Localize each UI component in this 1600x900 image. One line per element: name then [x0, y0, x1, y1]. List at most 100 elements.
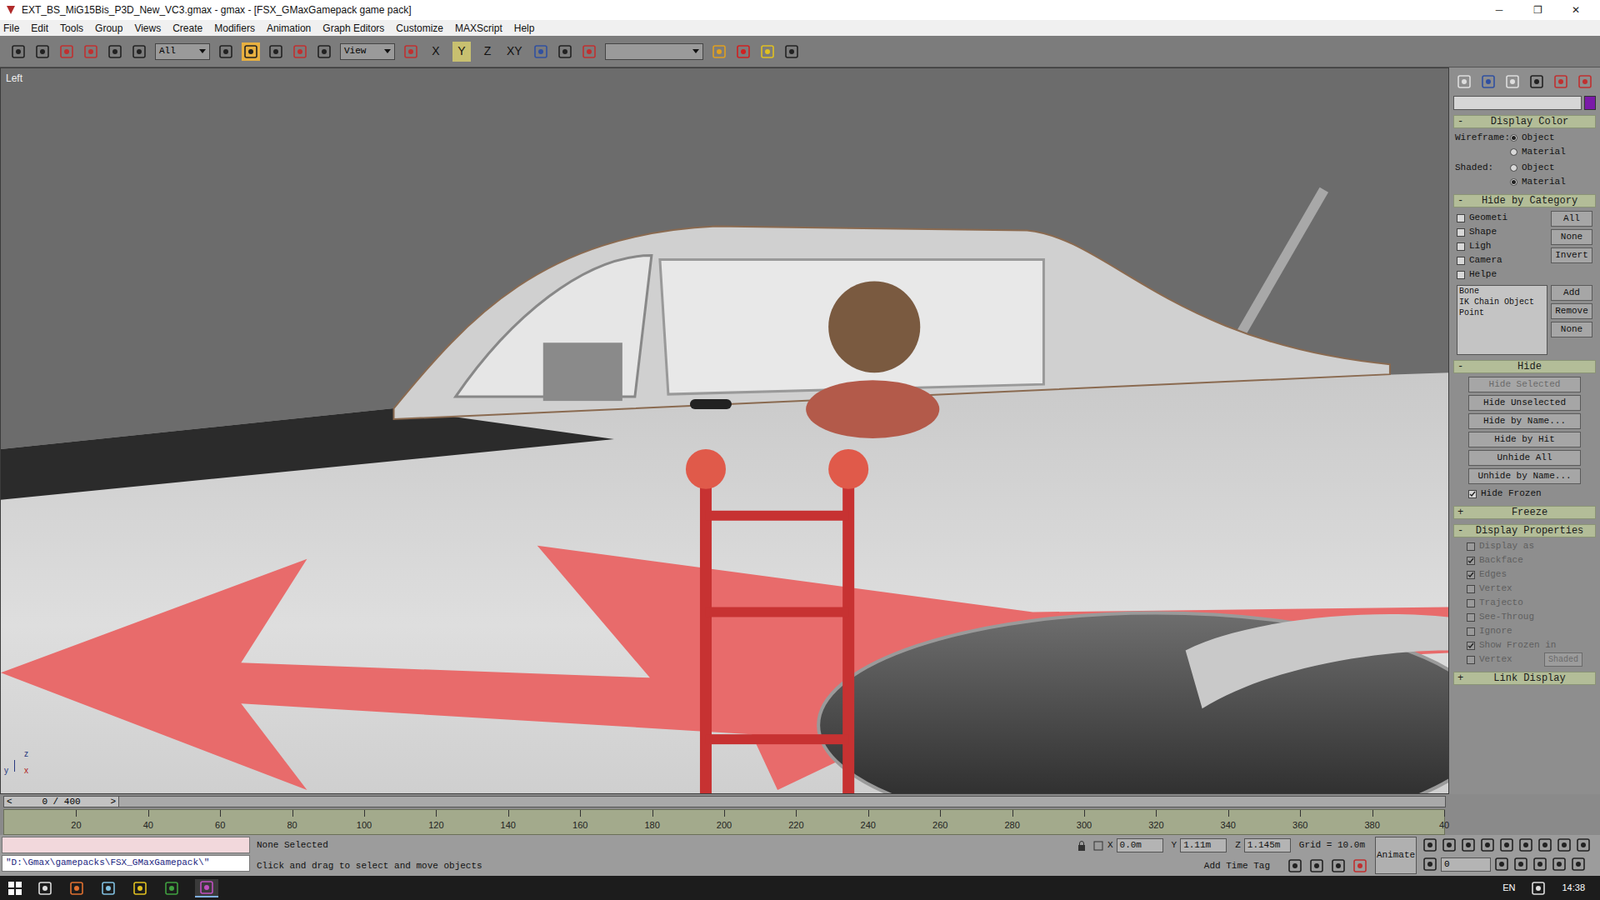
axis-constraint[interactable]: Z: [478, 41, 497, 62]
rollout-header[interactable]: +Link Display: [1453, 671, 1596, 685]
add-time-tag[interactable]: Add Time Tag: [1204, 859, 1270, 874]
checkbox[interactable]: [1456, 228, 1465, 237]
panel-button[interactable]: None: [1550, 321, 1593, 338]
checkbox-row[interactable]: Helpe: [1456, 267, 1508, 282]
zoom-extents-icon[interactable]: [1555, 836, 1573, 854]
key-icon[interactable]: [1421, 855, 1439, 873]
snap-icon[interactable]: [580, 43, 598, 60]
select-objects-icon[interactable]: [710, 43, 728, 60]
redo-icon[interactable]: [34, 43, 51, 60]
list-item[interactable]: Bone: [1459, 285, 1545, 297]
panel-button[interactable]: Hide by Name...: [1468, 413, 1581, 430]
panel-button[interactable]: Remove: [1550, 303, 1593, 320]
checkbox[interactable]: [1468, 490, 1477, 499]
frame-field[interactable]: 0: [1440, 857, 1491, 872]
list-item[interactable]: Point: [1459, 307, 1545, 319]
move-tool[interactable]: [241, 42, 260, 61]
checkbox-row[interactable]: Geometi: [1456, 210, 1508, 225]
category-list[interactable]: BoneIK Chain ObjectPoint: [1456, 285, 1548, 355]
time-slider[interactable]: <0 / 400>: [3, 795, 1446, 808]
unlink-icon[interactable]: [82, 43, 100, 60]
list-item[interactable]: IK Chain Object: [1459, 296, 1545, 308]
language-indicator[interactable]: EN: [1502, 880, 1515, 895]
clock[interactable]: 14:38: [1561, 880, 1585, 895]
selection-filter-dropdown[interactable]: All: [155, 43, 210, 60]
gmax-taskbar-item[interactable]: [195, 879, 219, 898]
window-control[interactable]: ─: [1480, 2, 1519, 18]
file-explorer-icon[interactable]: [36, 880, 54, 897]
coord-field[interactable]: 1.11m: [1180, 838, 1227, 853]
key-mode-icon[interactable]: [1286, 857, 1304, 875]
menu-item[interactable]: Animation: [266, 20, 311, 36]
snap-toggle-icon[interactable]: [1308, 857, 1325, 875]
motion-icon[interactable]: [1528, 73, 1545, 90]
utilities-icon[interactable]: [1576, 73, 1594, 90]
menu-item[interactable]: Customize: [395, 20, 444, 36]
region-select-icon[interactable]: [130, 43, 148, 60]
move-icon[interactable]: [242, 43, 260, 60]
panel-button[interactable]: Unhide by Name...: [1468, 468, 1581, 485]
viewport[interactable]: Leftzyx: [0, 67, 1450, 795]
panel-button[interactable]: All: [1550, 210, 1593, 227]
menu-item[interactable]: Create: [172, 20, 203, 36]
menu-item[interactable]: Views: [134, 20, 161, 36]
chrome-icon[interactable]: [131, 880, 149, 897]
rollout-header[interactable]: -Display Properties: [1453, 524, 1596, 538]
media-icon[interactable]: [68, 880, 85, 897]
time-config-icon[interactable]: [1493, 855, 1510, 873]
rollout-header[interactable]: -Hide: [1453, 360, 1596, 374]
pan-icon[interactable]: [1531, 855, 1549, 873]
rollout-header[interactable]: +Freeze: [1453, 505, 1596, 520]
menu-item[interactable]: Tools: [60, 20, 84, 36]
coord-field[interactable]: 0.0m: [1116, 838, 1164, 853]
checkbox[interactable]: [1456, 214, 1465, 223]
checkbox[interactable]: [1456, 256, 1465, 265]
coord-field[interactable]: 1.145m: [1244, 838, 1291, 853]
scale-icon[interactable]: [291, 43, 309, 60]
pivot-icon[interactable]: [402, 43, 420, 60]
panel-button[interactable]: Hide Unselected: [1468, 395, 1581, 411]
prev-frame-icon[interactable]: [1440, 836, 1458, 854]
modify-icon[interactable]: [1480, 73, 1497, 90]
gmax-icon[interactable]: [198, 879, 215, 896]
arc-rotate-icon[interactable]: [1550, 855, 1568, 873]
go-start-icon[interactable]: [1421, 836, 1439, 854]
window-control[interactable]: ✕: [1556, 2, 1595, 18]
axis-constraint[interactable]: X: [426, 41, 445, 62]
axis-constraint[interactable]: Y: [452, 41, 471, 62]
axis-constraint[interactable]: XY: [504, 41, 525, 62]
checkbox[interactable]: [1456, 242, 1465, 251]
checkbox-row[interactable]: Hide Frozen: [1468, 486, 1581, 501]
rotate-icon[interactable]: [267, 43, 285, 60]
maximize-icon[interactable]: [1570, 855, 1587, 873]
color-swatch[interactable]: [1584, 95, 1596, 110]
animate-button[interactable]: Animate: [1375, 836, 1417, 875]
name-field[interactable]: [1453, 95, 1582, 110]
radio-option[interactable]: Object: [1510, 130, 1566, 145]
mirror-icon[interactable]: [532, 43, 550, 60]
radio-option[interactable]: Material: [1510, 175, 1566, 190]
tray-icon[interactable]: [1530, 880, 1547, 897]
region-zoom-icon[interactable]: [1512, 855, 1530, 873]
checkbox-row[interactable]: Camera: [1456, 253, 1508, 268]
browser-icon[interactable]: [163, 880, 180, 897]
array-icon[interactable]: [556, 43, 574, 60]
undo-icon[interactable]: [10, 43, 27, 60]
checkbox-row[interactable]: Shape: [1456, 225, 1508, 240]
tool-icon[interactable]: [100, 880, 117, 897]
render-icon[interactable]: [759, 43, 776, 60]
percent-snap-icon[interactable]: [1351, 857, 1369, 875]
display-icon[interactable]: [1552, 73, 1570, 90]
quick-render-icon[interactable]: [783, 43, 800, 60]
hierarchy-icon[interactable]: [1504, 73, 1521, 90]
rollout-header[interactable]: -Hide by Category: [1453, 194, 1596, 208]
panel-button[interactable]: Hide by Hit: [1468, 431, 1581, 448]
zoom-icon[interactable]: [1517, 836, 1535, 854]
checkbox[interactable]: [1456, 270, 1465, 280]
play-icon[interactable]: [1460, 836, 1477, 854]
viewport-label[interactable]: Left: [5, 70, 23, 86]
menu-item[interactable]: Group: [95, 20, 123, 36]
scale-mode-icon[interactable]: [315, 43, 333, 60]
zoom-all-icon[interactable]: [1536, 836, 1554, 854]
radio-option[interactable]: Object: [1510, 160, 1566, 175]
